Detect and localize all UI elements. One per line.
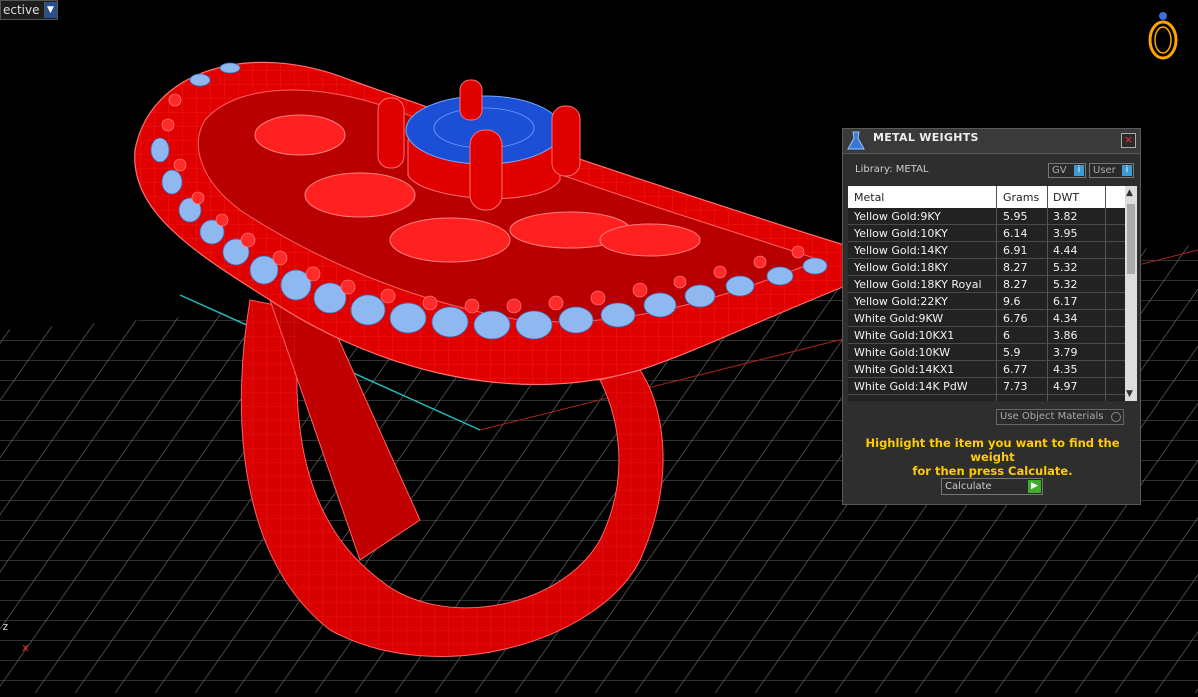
dwt-cell: 5.32 (1053, 261, 1078, 274)
grams-cell: 7.73 (1003, 380, 1028, 393)
instruction-text: Highlight the item you want to find the … (853, 436, 1132, 478)
metal-cell: White Gold:10KX1 (854, 329, 955, 342)
user-toggle[interactable]: User i (1089, 163, 1134, 178)
user-toggle-label: User (1093, 165, 1116, 176)
table-row[interactable]: White Gold:9KW 6.76 4.34 (848, 310, 1125, 327)
dwt-cell: 3.86 (1053, 329, 1078, 342)
metal-cell: Yellow Gold:10KY (854, 227, 948, 240)
table-row[interactable]: White Gold:10KX1 6 3.86 (848, 327, 1125, 344)
play-arrow-icon: ▶ (1028, 480, 1041, 493)
viewport-label-text: ective (3, 3, 40, 17)
grams-cell: 5.95 (1003, 210, 1028, 223)
table-row[interactable]: Yellow Gold:22KY 9.6 6.17 (848, 293, 1125, 310)
instruction-line-1: Highlight the item you want to find the … (865, 436, 1120, 464)
grams-cell: 8.27 (1003, 278, 1028, 291)
col-header-dwt[interactable]: DWT (1053, 191, 1079, 204)
table-row[interactable]: White Gold:14K PdW 7.73 4.97 (848, 378, 1125, 395)
table-row[interactable]: White Gold:10KW 5.9 3.79 (848, 344, 1125, 361)
dwt-cell: 4.44 (1053, 244, 1078, 257)
gv-toggle-label: GV (1052, 165, 1067, 176)
gv-toggle[interactable]: GV i (1048, 163, 1086, 178)
dwt-cell: 4.35 (1053, 363, 1078, 376)
dwt-cell: 3.95 (1053, 227, 1078, 240)
axis-x-label: x (22, 641, 29, 654)
metal-cell: White Gold:10KW (854, 346, 951, 359)
dwt-cell: 5.32 (1053, 278, 1078, 291)
metal-cell: Yellow Gold:18KY Royal (854, 278, 982, 291)
use-object-materials-option[interactable]: Use Object Materials (996, 409, 1124, 425)
viewport-label[interactable]: ective ▼ (0, 0, 58, 20)
metal-cell: White Gold:14K PdW (854, 380, 968, 393)
grams-cell: 6.77 (1003, 363, 1028, 376)
panel-title: METAL WEIGHTS (873, 131, 979, 144)
dwt-cell: 6.17 (1053, 295, 1078, 308)
table-row[interactable]: Yellow Gold:10KY 6.14 3.95 (848, 225, 1125, 242)
metal-cell: Yellow Gold:18KY (854, 261, 948, 274)
scroll-thumb[interactable] (1127, 204, 1135, 274)
col-header-grams[interactable]: Grams (1003, 191, 1039, 204)
col-header-metal[interactable]: Metal (854, 191, 884, 204)
flask-icon (847, 131, 865, 150)
metal-weights-panel: METAL WEIGHTS × Library: METAL GV i User… (842, 128, 1141, 505)
info-icon: i (1122, 165, 1132, 176)
library-label: Library: METAL (855, 164, 929, 175)
metal-cell: White Gold:14KX1 (854, 363, 955, 376)
table-row[interactable]: Yellow Gold:14KY 6.91 4.44 (848, 242, 1125, 259)
grams-cell: 6.91 (1003, 244, 1028, 257)
dwt-cell: 4.34 (1053, 312, 1078, 325)
calculate-label: Calculate (945, 481, 992, 492)
scroll-up-icon[interactable]: ▲ (1126, 188, 1133, 198)
table-row[interactable]: Yellow Gold:18KY Royal 8.27 5.32 (848, 276, 1125, 293)
grams-cell: 5.9 (1003, 346, 1021, 359)
table-body: Yellow Gold:9KY 5.95 3.82 Yellow Gold:10KY 6… (848, 208, 1125, 395)
instruction-line-2: for then press Calculate. (912, 464, 1073, 478)
table-scrollbar[interactable]: ▲ ▼ (1125, 186, 1137, 401)
radio-icon[interactable] (1111, 412, 1121, 422)
table-row[interactable]: Yellow Gold:9KY 5.95 3.82 (848, 208, 1125, 225)
use-object-materials-label: Use Object Materials (1000, 411, 1104, 422)
dwt-cell: 4.97 (1053, 380, 1078, 393)
metal-cell: White Gold:9KW (854, 312, 944, 325)
grams-cell: 6 (1003, 329, 1010, 342)
grams-cell: 9.6 (1003, 295, 1021, 308)
metal-cell: Yellow Gold:14KY (854, 244, 948, 257)
grams-cell: 6.76 (1003, 312, 1028, 325)
calculate-button[interactable]: Calculate ▶ (941, 478, 1043, 495)
dwt-cell: 3.79 (1053, 346, 1078, 359)
metal-cell: Yellow Gold:9KY (854, 210, 941, 223)
metal-table[interactable]: Metal Grams DWT Yellow Gold:9KY 5.95 3.82 Y… (848, 186, 1137, 401)
scroll-down-icon[interactable]: ▼ (1126, 389, 1133, 399)
grams-cell: 6.14 (1003, 227, 1028, 240)
dwt-cell: 3.82 (1053, 210, 1078, 223)
grams-cell: 8.27 (1003, 261, 1028, 274)
chevron-down-icon[interactable]: ▼ (43, 2, 57, 18)
table-row[interactable]: White Gold:14KX1 6.77 4.35 (848, 361, 1125, 378)
metal-cell: Yellow Gold:22KY (854, 295, 948, 308)
panel-titlebar[interactable]: METAL WEIGHTS × (843, 129, 1140, 154)
table-row[interactable]: Yellow Gold:18KY 8.27 5.32 (848, 259, 1125, 276)
viewcube-ring-icon[interactable] (1148, 12, 1178, 60)
axis-z-label: z (2, 620, 9, 633)
close-icon[interactable]: × (1121, 133, 1136, 148)
table-header: Metal Grams DWT (848, 186, 1125, 208)
info-icon: i (1074, 165, 1084, 176)
